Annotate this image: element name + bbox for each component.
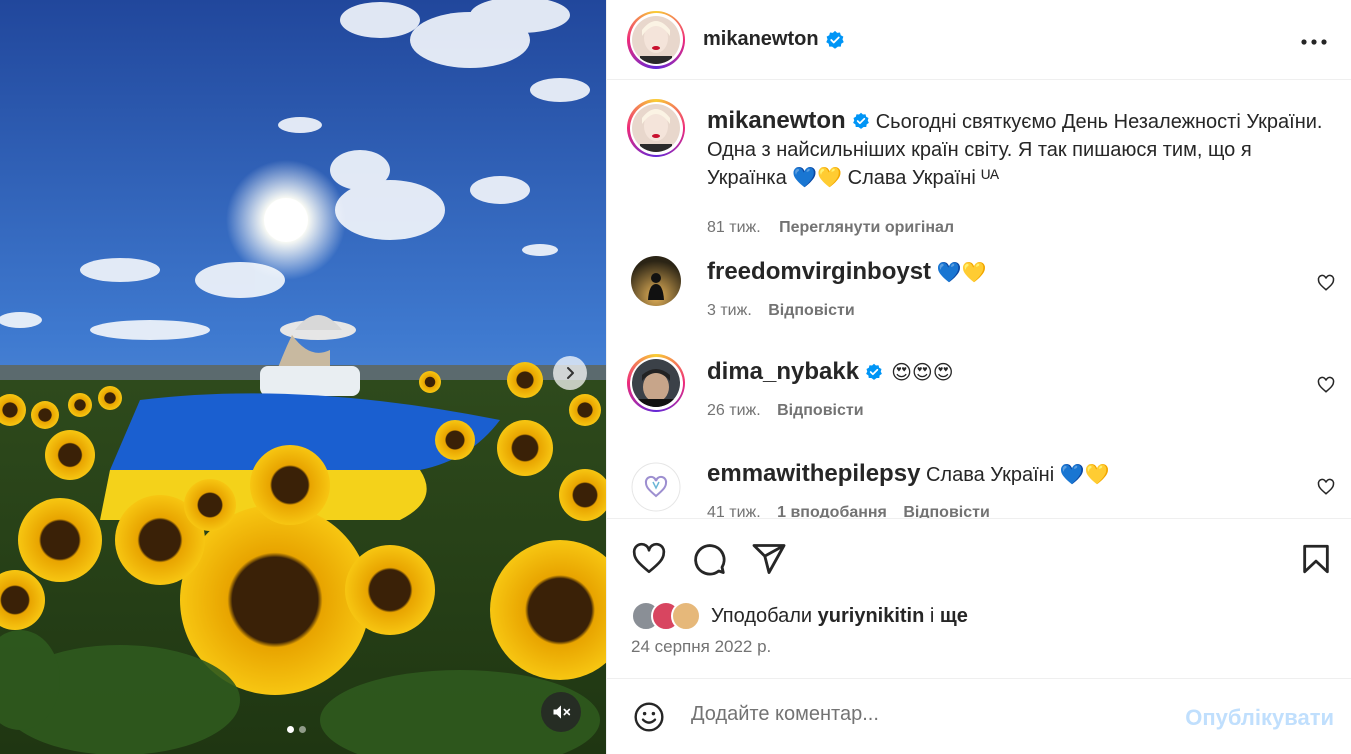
liked-by-prefix: Уподобали (711, 604, 813, 627)
verified-badge-icon (825, 30, 844, 49)
reply-link[interactable]: Відповісти (903, 504, 989, 518)
post-details-panel: mikanewton mikanewton Сьогодні святкуємо… (606, 0, 1351, 754)
emoji-smiley-icon[interactable] (633, 701, 665, 733)
caption-meta: 81 тиж. Переглянути оригінал (707, 219, 954, 237)
comments-list[interactable]: mikanewton Сьогодні святкуємо День Незале… (607, 80, 1351, 518)
comment-time: 41 тиж. (707, 504, 761, 518)
bookmark-save-icon[interactable] (1299, 541, 1333, 577)
comment-text: Слава Україні 💙💛 (925, 464, 1110, 486)
carousel-indicator (287, 726, 306, 733)
caption-body: mikanewton Сьогодні святкуємо День Незале… (707, 107, 1327, 192)
chevron-right-icon (567, 367, 574, 379)
next-slide-button[interactable] (553, 356, 587, 390)
post-actions: Уподобали yuriynikitin і ще 24 серпня 20… (607, 518, 1351, 678)
like-heart-icon[interactable] (631, 541, 667, 577)
speaker-muted-icon (553, 705, 571, 719)
caption-avatar[interactable] (627, 99, 685, 157)
reply-link[interactable]: Відповісти (768, 302, 854, 319)
share-send-icon[interactable] (751, 541, 787, 577)
comment-item: freedomvirginboyst 💙💛 3 тиж. Відповісти (627, 256, 1335, 336)
comment-bubble-icon[interactable] (691, 541, 727, 577)
verified-badge-icon (852, 112, 869, 129)
more-horizontal-icon (1301, 39, 1327, 45)
comment-meta: 41 тиж. 1 вподобання Відповісти (707, 504, 990, 518)
comment-body: emmawithepilepsy Слава Україні 💙💛 (707, 460, 1110, 489)
comment-text: 😍😍😍 (891, 362, 954, 384)
reply-link[interactable]: Відповісти (777, 402, 863, 419)
liked-by-and: і (929, 604, 935, 627)
comment-username[interactable]: dima_nybakk (707, 358, 859, 385)
author-username[interactable]: mikanewton (703, 28, 819, 51)
comment-like-heart-icon[interactable] (1317, 478, 1335, 496)
comment-time: 3 тиж. (707, 302, 752, 319)
comment-username[interactable]: emmawithepilepsy (707, 460, 920, 487)
post-header: mikanewton (607, 0, 1351, 80)
caption-username[interactable]: mikanewton (707, 107, 846, 134)
mute-toggle-button[interactable] (541, 692, 581, 732)
comment-username[interactable]: freedomvirginboyst (707, 258, 931, 285)
post-caption: mikanewton Сьогодні святкуємо День Незале… (627, 99, 1327, 249)
author-avatar-image (632, 15, 680, 64)
comment-meta: 3 тиж. Відповісти (707, 302, 855, 320)
commenter-avatar[interactable] (631, 462, 681, 512)
post-photo (0, 0, 606, 754)
more-options-button[interactable] (1301, 26, 1327, 46)
comment-like-heart-icon[interactable] (1317, 274, 1335, 292)
comment-input[interactable] (691, 703, 1151, 726)
caption-avatar-image (632, 104, 680, 152)
post-date[interactable]: 24 серпня 2022 р. (631, 637, 771, 657)
post-comment-button[interactable]: Опублікувати (1185, 705, 1334, 731)
comment-text: 💙💛 (936, 262, 987, 284)
commenter-avatar[interactable] (627, 354, 685, 412)
commenter-avatar[interactable] (631, 256, 681, 306)
comment-time: 26 тиж. (707, 402, 761, 419)
author-avatar[interactable] (627, 10, 685, 69)
add-comment-bar: Опублікувати (607, 678, 1351, 754)
commenter-avatar-image (632, 359, 680, 407)
liked-by-text: Уподобали yuriynikitin і ще (711, 605, 968, 628)
liker-avatar (671, 601, 701, 631)
comment-item: dima_nybakk 😍😍😍 26 тиж. Відповісти (627, 354, 1335, 436)
carousel-dot (299, 726, 306, 733)
comment-meta: 26 тиж. Відповісти (707, 402, 864, 420)
verified-badge-icon (866, 363, 882, 380)
liked-by-row: Уподобали yuriynikitin і ще (631, 601, 968, 631)
liked-by-others[interactable]: ще (940, 605, 968, 627)
comment-body: freedomvirginboyst 💙💛 (707, 258, 986, 287)
comment-like-heart-icon[interactable] (1317, 376, 1335, 394)
carousel-dot-active (287, 726, 294, 733)
post-media[interactable] (0, 0, 606, 754)
comment-item: emmawithepilepsy Слава Україні 💙💛 41 тиж… (627, 458, 1335, 518)
liked-by-user[interactable]: yuriynikitin (818, 605, 925, 627)
liked-by-avatars[interactable] (631, 601, 707, 631)
caption-time: 81 тиж. (707, 219, 761, 236)
see-original-link[interactable]: Переглянути оригінал (779, 219, 954, 236)
comment-body: dima_nybakk 😍😍😍 (707, 358, 954, 387)
comment-likes-count[interactable]: 1 вподобання (777, 504, 887, 518)
